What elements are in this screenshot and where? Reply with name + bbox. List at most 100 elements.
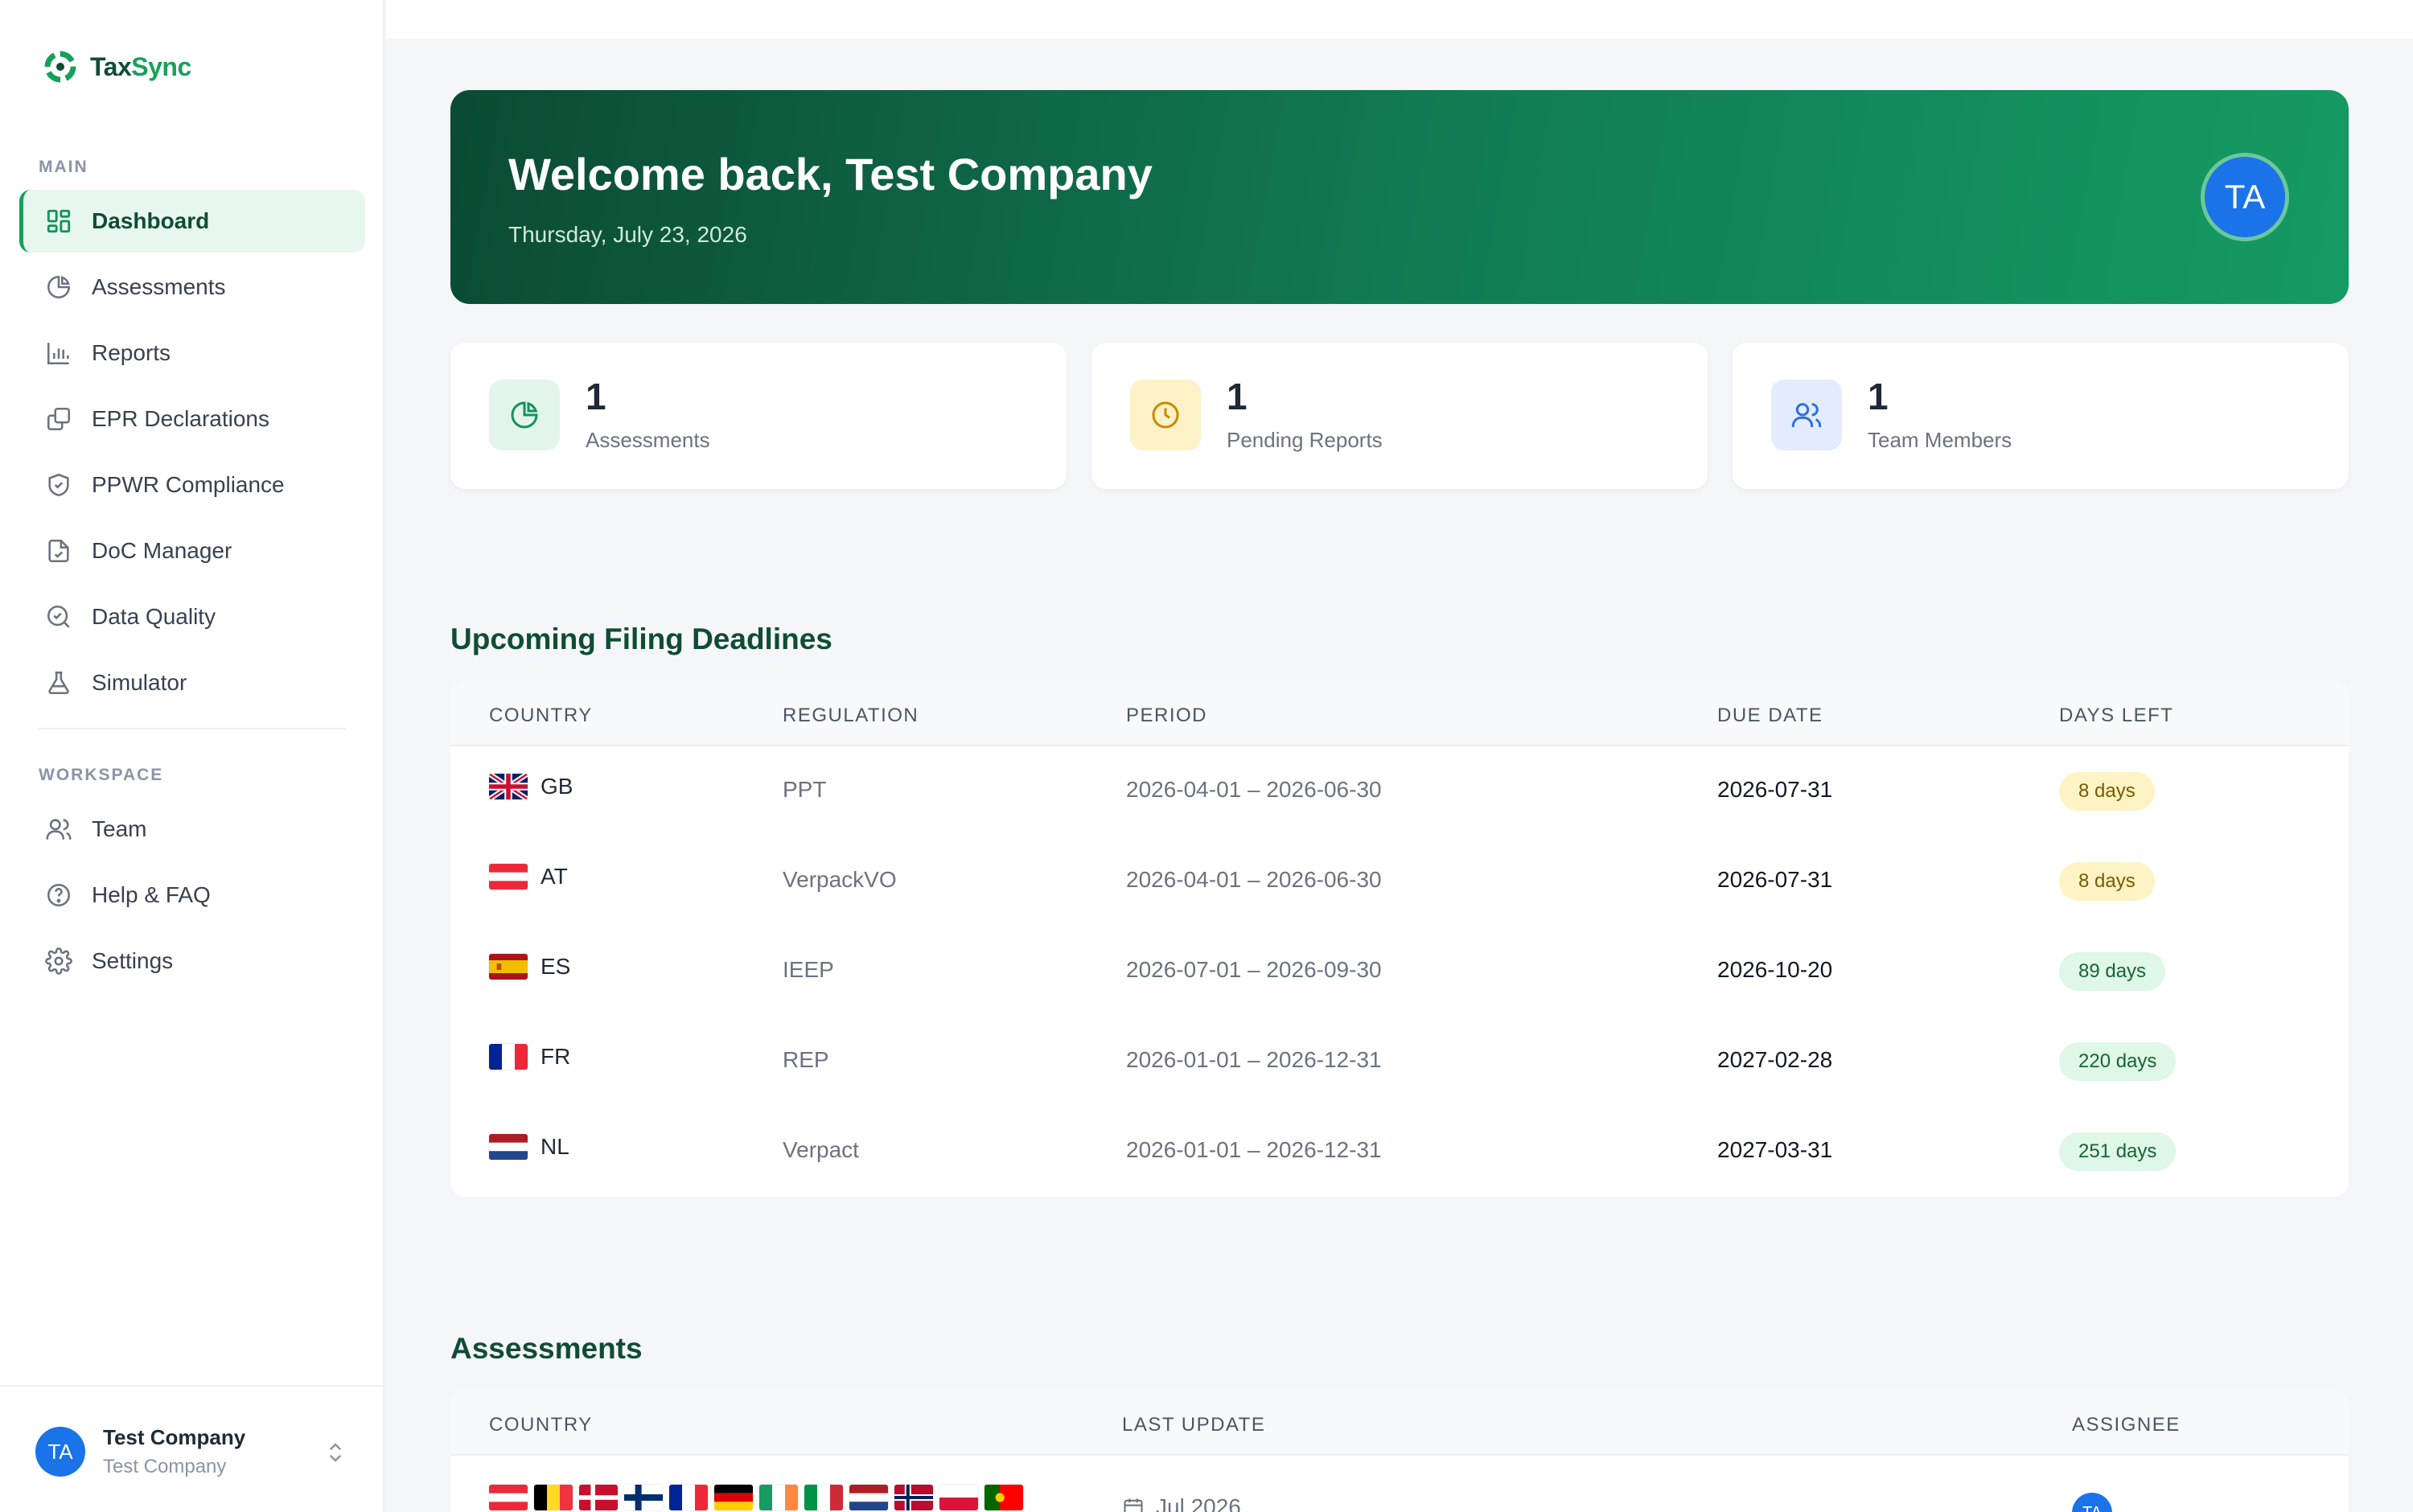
due-date-cell: 2026-07-31 xyxy=(1717,777,1833,802)
regulation-cell: IEEP xyxy=(783,957,834,982)
bar-chart-icon xyxy=(43,338,74,368)
sidebar-item-help-faq[interactable]: Help & FAQ xyxy=(19,864,365,927)
sidebar-item-epr-declarations[interactable]: EPR Declarations xyxy=(19,388,365,450)
days-left-badge: 220 days xyxy=(2059,1042,2177,1081)
last-update-cell: Jul 2026 xyxy=(1122,1494,1241,1512)
avatar: TA xyxy=(2072,1493,2112,1512)
stat-card-team-members[interactable]: 1 Team Members xyxy=(1733,343,2349,489)
column-header-period[interactable]: PERIOD xyxy=(1126,705,1207,727)
sidebar-item-dashboard[interactable]: Dashboard xyxy=(19,190,365,253)
table-row[interactable]: NL Verpact 2026-01-01 – 2026-12-31 2027-… xyxy=(450,1107,2349,1197)
section-label-main: MAIN xyxy=(39,158,88,176)
table-row[interactable]: FR REP 2026-01-01 – 2026-12-31 2027-02-2… xyxy=(450,1017,2349,1107)
sidebar-item-data-quality[interactable]: Data Quality xyxy=(19,585,365,648)
brand-name: TaxSync xyxy=(90,51,191,81)
sidebar-item-label: Settings xyxy=(92,948,174,973)
avatar: TA xyxy=(35,1427,85,1477)
flag-dk-icon xyxy=(579,1485,618,1510)
pie-chart-icon xyxy=(489,380,560,450)
table-row[interactable]: ES IEEP 2026-07-01 – 2026-09-30 2026-10-… xyxy=(450,927,2349,1017)
column-header-last-update[interactable]: LAST UPDATE xyxy=(1122,1414,1265,1436)
column-header-country[interactable]: COUNTRY xyxy=(489,1414,593,1436)
period-cell: 2026-04-01 – 2026-06-30 xyxy=(1126,867,1382,892)
top-bar xyxy=(386,0,2413,39)
stat-value: 1 xyxy=(1227,376,1248,417)
country-cell: GB xyxy=(489,774,573,799)
regulation-cell: PPT xyxy=(783,777,827,802)
table-row[interactable]: GB PPT 2026-04-01 – 2026-06-30 2026-07-3… xyxy=(450,746,2349,836)
flag-nl-icon xyxy=(849,1485,888,1510)
current-date: Thursday, July 23, 2026 xyxy=(508,222,747,247)
period-cell: 2026-01-01 – 2026-12-31 xyxy=(1126,1047,1382,1072)
taxsync-logo-icon xyxy=(44,51,76,83)
due-date-cell: 2027-02-28 xyxy=(1717,1047,1833,1072)
days-left-badge: 89 days xyxy=(2059,952,2166,991)
country-cell: NL xyxy=(489,1134,569,1160)
flask-icon xyxy=(43,668,74,698)
sidebar-item-label: DoC Manager xyxy=(92,538,232,563)
sidebar-item-label: Simulator xyxy=(92,670,187,695)
stat-card-pending-reports[interactable]: 1 Pending Reports xyxy=(1091,343,1708,489)
nav-divider xyxy=(39,728,346,729)
due-date-cell: 2026-07-31 xyxy=(1717,867,1833,892)
days-left-badge: 8 days xyxy=(2059,862,2155,901)
country-code: GB xyxy=(541,774,573,799)
avatar[interactable]: TA xyxy=(2201,153,2289,241)
search-check-icon xyxy=(43,602,74,632)
period-cell: 2026-04-01 – 2026-06-30 xyxy=(1126,777,1382,802)
column-header-regulation[interactable]: REGULATION xyxy=(783,705,919,727)
flag-at-icon xyxy=(489,1485,528,1510)
flag-ie-icon xyxy=(759,1485,798,1510)
table-row[interactable]: AT VerpackVO 2026-04-01 – 2026-06-30 202… xyxy=(450,836,2349,927)
flag-de-icon xyxy=(714,1485,753,1510)
user-company: Test Company xyxy=(103,1456,227,1477)
sidebar-item-settings[interactable]: Settings xyxy=(19,930,365,992)
column-header-due-date[interactable]: DUE DATE xyxy=(1717,705,1823,727)
sidebar-item-label: EPR Declarations xyxy=(92,406,269,431)
sidebar-item-label: Dashboard xyxy=(92,208,210,233)
due-date-cell: 2027-03-31 xyxy=(1717,1137,1833,1162)
user-account-switcher[interactable]: TA Test Company Test Company xyxy=(0,1385,383,1512)
sidebar-item-assessments[interactable]: Assessments xyxy=(19,256,365,318)
sidebar-item-label: PPWR Compliance xyxy=(92,472,285,497)
period-cell: 2026-01-01 – 2026-12-31 xyxy=(1126,1137,1382,1162)
user-name: Test Company xyxy=(103,1425,246,1449)
assessments-table: COUNTRY LAST UPDATE ASSIGNEE Jul 2026 TA xyxy=(450,1390,2349,1512)
stat-value: 1 xyxy=(586,376,606,417)
country-cell: AT xyxy=(489,864,568,890)
days-left-badge: 8 days xyxy=(2059,772,2155,811)
stat-label: Team Members xyxy=(1868,428,2012,452)
period-cell: 2026-07-01 – 2026-09-30 xyxy=(1126,957,1382,982)
flag-pt-icon xyxy=(985,1485,1023,1510)
sidebar-item-simulator[interactable]: Simulator xyxy=(19,651,365,714)
flag-fr-icon xyxy=(669,1485,708,1510)
assessments-title: Assessments xyxy=(450,1332,643,1365)
sidebar-item-label: Data Quality xyxy=(92,604,216,629)
regulation-cell: VerpackVO xyxy=(783,867,897,892)
chevron-up-down-icon[interactable] xyxy=(323,1438,347,1467)
column-header-days-left[interactable]: DAYS LEFT xyxy=(2059,705,2173,727)
workspace-nav: Team Help & FAQ Settings xyxy=(19,798,365,996)
calendar-icon xyxy=(1124,1498,1143,1512)
welcome-banner: Welcome back, Test Company Thursday, Jul… xyxy=(450,90,2349,304)
country-flags xyxy=(489,1485,1023,1510)
flag-pl-icon xyxy=(939,1485,978,1510)
stat-card-assessments[interactable]: 1 Assessments xyxy=(450,343,1067,489)
flag-fr-icon xyxy=(489,1044,528,1070)
sidebar-item-doc-manager[interactable]: DoC Manager xyxy=(19,520,365,582)
table-row[interactable]: Jul 2026 TA xyxy=(450,1456,2349,1512)
column-header-country[interactable]: COUNTRY xyxy=(489,705,593,727)
country-code: ES xyxy=(541,954,571,979)
sidebar-item-team[interactable]: Team xyxy=(19,798,365,861)
brand-logo[interactable]: TaxSync xyxy=(42,48,191,85)
stat-label: Assessments xyxy=(586,428,710,452)
sidebar-item-label: Help & FAQ xyxy=(92,882,211,907)
sidebar-item-reports[interactable]: Reports xyxy=(19,322,365,384)
column-header-assignee[interactable]: ASSIGNEE xyxy=(2072,1414,2181,1436)
sidebar-item-ppwr-compliance[interactable]: PPWR Compliance xyxy=(19,454,365,516)
shield-check-icon xyxy=(43,470,74,500)
country-code: NL xyxy=(541,1134,569,1159)
file-check-icon xyxy=(43,536,74,566)
country-code: AT xyxy=(541,864,568,889)
country-cell: FR xyxy=(489,1044,570,1070)
